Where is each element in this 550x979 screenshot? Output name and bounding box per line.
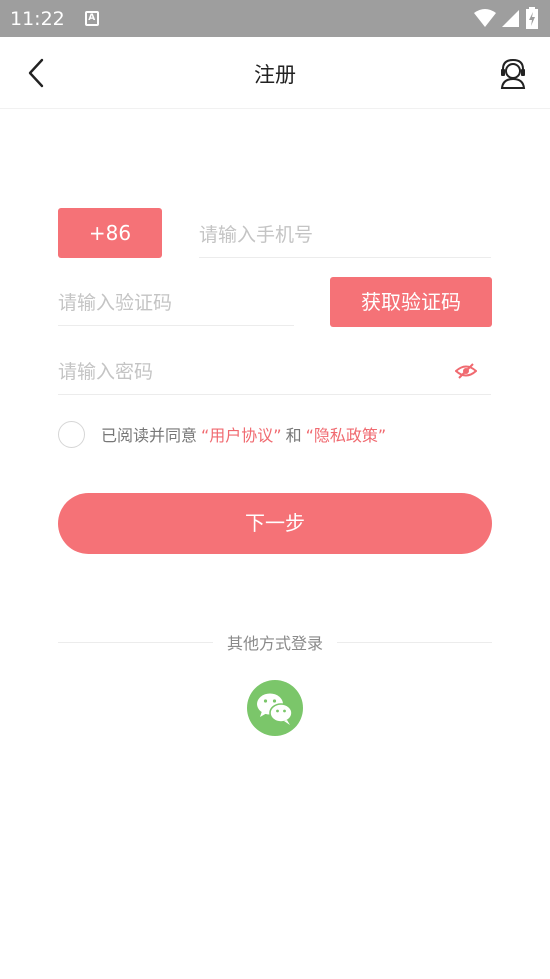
wechat-login-button[interactable] bbox=[247, 680, 303, 736]
verification-code-input[interactable]: 请输入验证码 bbox=[58, 278, 294, 326]
divider-line-right bbox=[337, 641, 493, 643]
next-button[interactable]: 下一步 bbox=[58, 493, 492, 554]
privacy-policy-link[interactable]: “隐私政策” bbox=[306, 422, 387, 446]
password-input[interactable]: 请输入密码 bbox=[58, 347, 491, 395]
signal-icon bbox=[502, 10, 519, 27]
status-time: 11:22 bbox=[10, 7, 65, 30]
wifi-icon bbox=[474, 9, 496, 27]
customer-service-icon bbox=[500, 58, 526, 89]
header: 注册 bbox=[0, 37, 550, 109]
eye-off-icon bbox=[454, 363, 478, 379]
phone-placeholder: 请输入手机号 bbox=[199, 224, 314, 246]
notification-icon: A bbox=[84, 11, 99, 26]
agreement-prefix: 已阅读并同意 bbox=[101, 426, 198, 445]
user-agreement-link[interactable]: “用户协议” bbox=[201, 422, 282, 446]
country-code-button[interactable]: +86 bbox=[58, 208, 162, 258]
wechat-icon bbox=[257, 693, 293, 725]
customer-service-button[interactable] bbox=[498, 58, 528, 90]
status-icons bbox=[474, 7, 538, 29]
agreement-and: 和 bbox=[285, 426, 302, 445]
other-login-label: 其他方式登录 bbox=[227, 634, 324, 653]
battery-icon bbox=[526, 7, 538, 29]
status-bar: 11:22 A bbox=[0, 0, 550, 37]
agreement-row: 已阅读并同意 “用户协议” 和 “隐私政策” bbox=[58, 420, 390, 448]
agreement-checkbox[interactable] bbox=[58, 420, 85, 448]
page-title: 注册 bbox=[254, 63, 296, 87]
password-placeholder: 请输入密码 bbox=[58, 361, 154, 383]
other-login-divider: 其他方式登录 bbox=[58, 630, 493, 654]
get-code-button[interactable]: 获取验证码 bbox=[330, 277, 492, 327]
phone-input[interactable]: 请输入手机号 bbox=[199, 210, 491, 258]
toggle-password-button[interactable] bbox=[454, 361, 478, 381]
code-placeholder: 请输入验证码 bbox=[58, 292, 173, 314]
divider-line-left bbox=[58, 641, 213, 643]
